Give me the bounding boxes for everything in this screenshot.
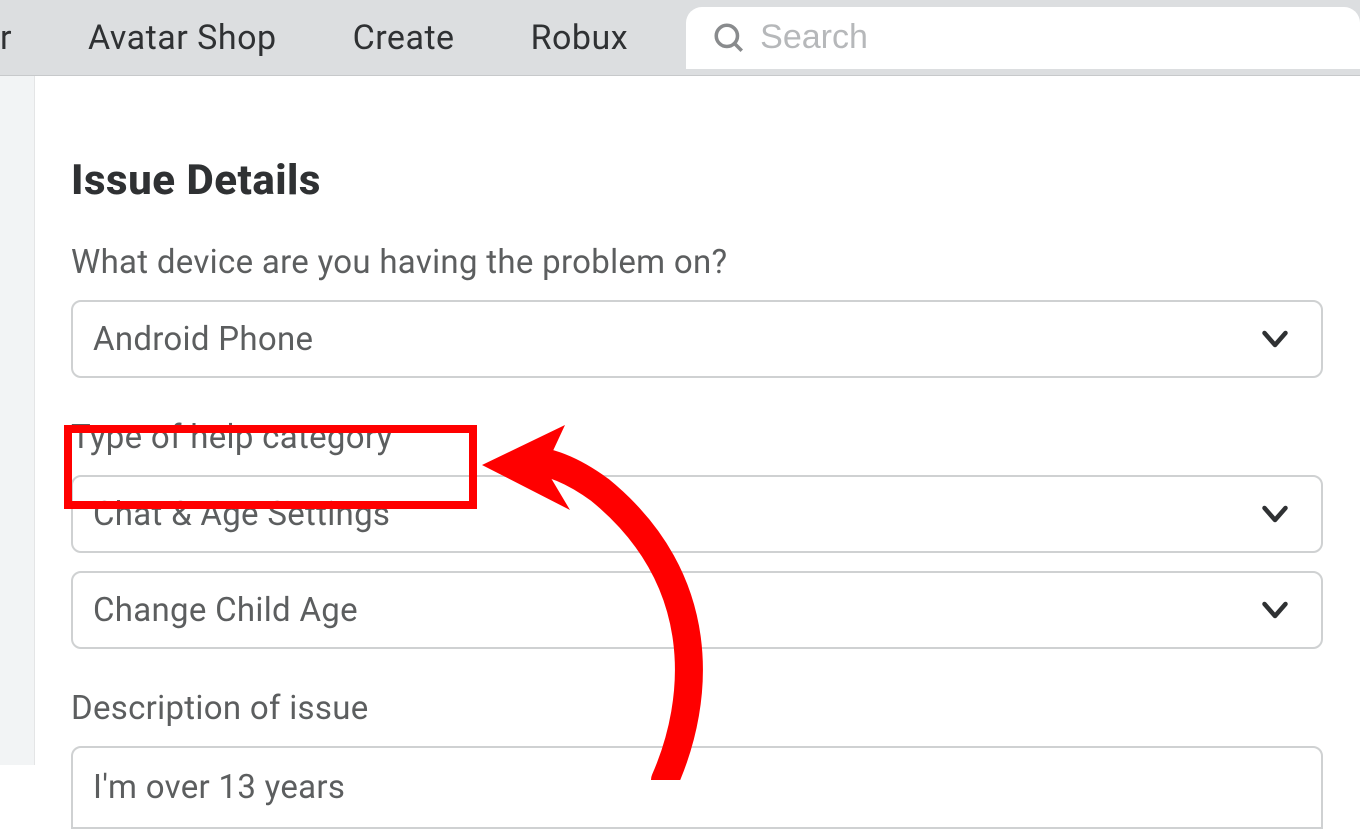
device-label: What device are you having the problem o… — [71, 243, 1360, 282]
chevron-down-icon — [1257, 592, 1293, 628]
category-label: Type of help category — [71, 418, 1360, 457]
category-value: Chat & Age Settings — [93, 495, 390, 534]
search-input[interactable] — [760, 18, 1334, 57]
device-value: Android Phone — [93, 320, 313, 359]
form-content: Issue Details What device are you having… — [35, 76, 1360, 765]
description-label: Description of issue — [71, 689, 1360, 728]
nav-item-avatar-shop[interactable]: Avatar Shop — [50, 18, 315, 58]
nav-item-robux[interactable]: Robux — [493, 18, 667, 58]
top-navigation: r Avatar Shop Create Robux — [0, 0, 1360, 76]
left-gutter — [0, 76, 35, 765]
description-textarea[interactable]: I'm over 13 years — [71, 746, 1323, 829]
section-title: Issue Details — [71, 156, 1360, 205]
subcategory-dropdown[interactable]: Change Child Age — [71, 571, 1323, 649]
search-container[interactable] — [686, 7, 1360, 69]
nav-item-create[interactable]: Create — [315, 18, 493, 58]
search-icon — [712, 21, 746, 55]
category-dropdown[interactable]: Chat & Age Settings — [71, 475, 1323, 553]
nav-item-partial[interactable]: r — [0, 18, 50, 58]
chevron-down-icon — [1257, 496, 1293, 532]
chevron-down-icon — [1257, 321, 1293, 357]
page-body: Issue Details What device are you having… — [0, 76, 1360, 765]
device-dropdown[interactable]: Android Phone — [71, 300, 1323, 378]
description-value: I'm over 13 years — [93, 768, 345, 807]
subcategory-value: Change Child Age — [93, 591, 358, 630]
